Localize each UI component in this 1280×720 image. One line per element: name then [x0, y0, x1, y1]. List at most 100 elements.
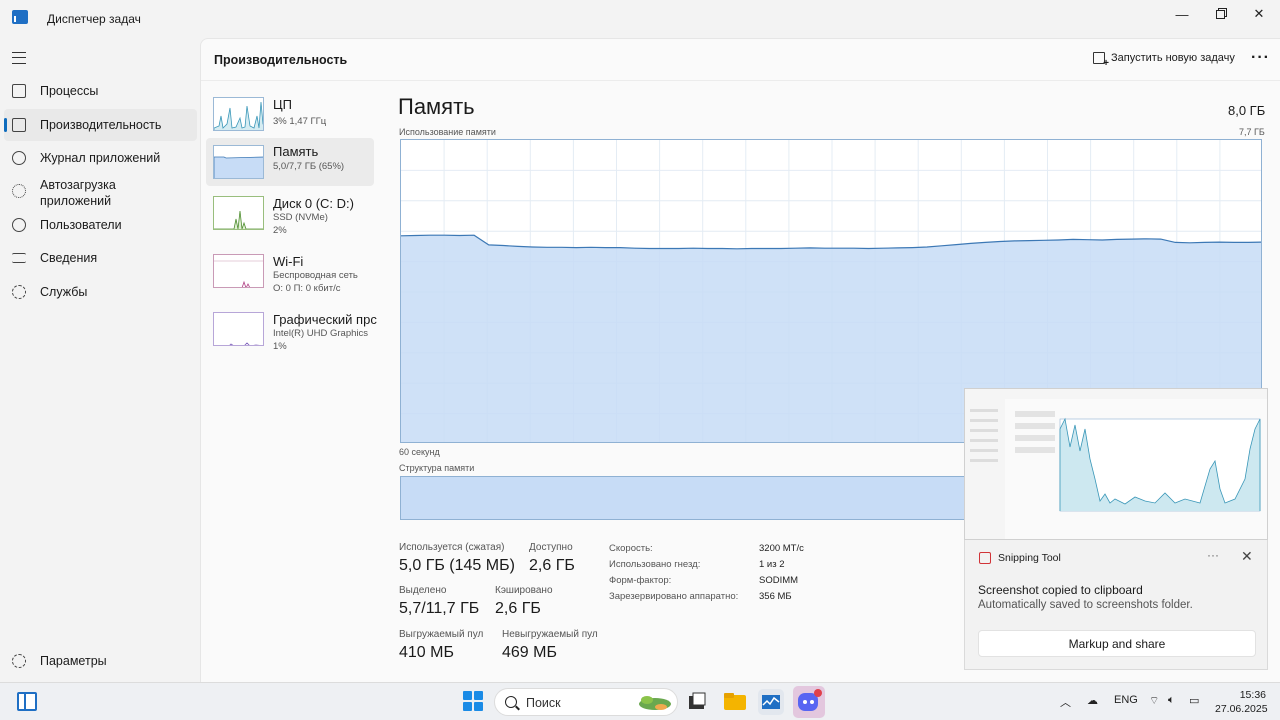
perf-item-wifi[interactable]: Wi-Fi Беспроводная сеть О: 0 П: 0 кбит/с [206, 250, 374, 298]
toast-title: Screenshot copied to clipboard [978, 583, 1143, 597]
file-explorer-icon[interactable] [722, 689, 748, 715]
users-icon [12, 218, 26, 232]
language-indicator[interactable]: ENG [1114, 694, 1138, 706]
spec-value: 356 МБ [759, 591, 792, 602]
memory-thumbnail-graph [213, 145, 264, 179]
perf-item-detail: SSD (NVMe) [273, 212, 328, 223]
minimize-button[interactable]: — [1163, 0, 1201, 28]
title-bar: Диспетчер задач — ✕ [0, 0, 1280, 38]
toast-app-name: Snipping Tool [998, 552, 1061, 564]
sidebar-item-label: Параметры [40, 654, 107, 668]
perf-item-name: Графический прс [273, 312, 377, 327]
sidebar-item-label: Процессы [40, 84, 99, 98]
perf-item-name: Wi-Fi [273, 254, 304, 269]
spec-value: 3200 МТ/с [759, 543, 804, 554]
available-label: Доступно [529, 542, 573, 553]
perf-item-memory[interactable]: Память 5,0/7,7 ГБ (65%) [206, 138, 374, 186]
hamburger-menu-icon[interactable] [12, 52, 26, 64]
run-new-task-button[interactable]: Запустить новую задачу [1093, 52, 1235, 69]
page-title: Производительность [214, 53, 348, 67]
nonpaged-pool-label: Невыгружаемый пул [502, 629, 598, 640]
screenshot-preview-thumbnail[interactable] [964, 388, 1268, 540]
snipping-tool-notification: Snipping Tool ··· ✕ Screenshot copied to… [964, 540, 1268, 670]
performance-icon [12, 118, 26, 132]
window-title: Диспетчер задач [47, 12, 141, 26]
paged-pool-value: 410 МБ [399, 644, 454, 661]
search-highlight-icon [639, 696, 671, 710]
terminal-app-icon[interactable] [684, 689, 710, 715]
perf-item-name: Память [273, 144, 319, 159]
cached-label: Кэшировано [495, 585, 553, 596]
committed-label: Выделено [399, 585, 447, 596]
toast-more-button[interactable]: ··· [1207, 548, 1219, 562]
sidebar-item-users[interactable]: Пользователи [4, 209, 197, 241]
sidebar-item-label: Автозагрузка приложений [40, 178, 116, 208]
sidebar-item-performance[interactable]: Производительность [4, 109, 197, 141]
perf-item-disk[interactable]: Диск 0 (C: D:) SSD (NVMe) 2% [206, 192, 374, 240]
services-icon [12, 285, 26, 299]
spec-value: SODIMM [759, 575, 799, 586]
onedrive-icon[interactable]: ☁ [1087, 694, 1098, 707]
processes-icon [12, 84, 26, 98]
gear-icon [12, 654, 26, 668]
start-button[interactable] [463, 691, 483, 711]
more-options-button[interactable]: ··· [1251, 49, 1270, 67]
maximize-button[interactable] [1201, 0, 1239, 28]
toast-close-button[interactable]: ✕ [1241, 548, 1253, 565]
details-icon [12, 253, 26, 263]
perf-item-name: Диск 0 (C: D:) [273, 196, 354, 211]
chevron-up-icon[interactable]: ︿ [1060, 694, 1071, 710]
perf-item-cpu[interactable]: ЦП 3% 1,47 ГГц [206, 93, 374, 141]
sidebar-item-label: Службы [40, 285, 88, 299]
in-use-value: 5,0 ГБ (145 МБ) [399, 557, 515, 574]
sidebar-item-label: Сведения [40, 251, 98, 265]
perf-item-detail: Беспроводная сеть [273, 270, 358, 281]
discord-icon[interactable] [793, 686, 825, 718]
gpu-thumbnail-graph [213, 312, 264, 346]
sidebar-item-services[interactable]: Службы [4, 276, 197, 308]
available-value: 2,6 ГБ [529, 557, 575, 574]
memory-title: Память [398, 94, 475, 119]
search-icon [505, 696, 517, 708]
volume-icon[interactable]: 🔈︎ [1168, 694, 1175, 707]
taskbar-search[interactable]: Поиск [494, 688, 678, 716]
app-history-icon [12, 151, 26, 165]
sidebar-item-processes[interactable]: Процессы [4, 75, 197, 107]
usage-max-label: 7,7 ГБ [1239, 127, 1265, 137]
panel-header: Производительность Запустить новую задач… [201, 39, 1280, 81]
cpu-thumbnail-graph [213, 97, 264, 131]
disk-thumbnail-graph [213, 196, 264, 230]
wifi-icon[interactable]: ⌔ [1149, 694, 1159, 708]
committed-value: 5,7/11,7 ГБ [399, 600, 480, 617]
sidebar-item-app-history[interactable]: Журнал приложений [4, 142, 197, 174]
battery-icon[interactable]: ▭ [1189, 694, 1199, 707]
in-use-label: Используется (сжатая) [399, 542, 505, 553]
spec-label: Зарезервировано аппаратно: [609, 591, 739, 602]
run-new-task-label: Запустить новую задачу [1111, 52, 1235, 64]
perf-item-name: ЦП [273, 97, 292, 112]
sidebar-item-details[interactable]: Сведения [4, 242, 197, 274]
sidebar-item-startup[interactable]: Автозагрузка приложений [4, 176, 197, 210]
startup-icon [12, 184, 26, 198]
time-span-label: 60 секунд [399, 447, 440, 457]
task-manager-icon [12, 10, 28, 24]
spec-label: Форм-фактор: [609, 575, 672, 586]
widgets-icon[interactable] [17, 692, 37, 711]
spec-value: 1 из 2 [759, 559, 785, 570]
perf-item-detail: 3% 1,47 ГГц [273, 116, 327, 127]
taskbar: Поиск ︿ ☁ ENG ⌔ 🔈︎ ▭ 15:36 27.06.2025 [0, 682, 1280, 720]
markup-and-share-button[interactable]: Markup and share [978, 630, 1256, 657]
perf-item-gpu[interactable]: Графический прс Intel(R) UHD Graphics 1% [206, 308, 377, 356]
close-button[interactable]: ✕ [1240, 0, 1278, 28]
perf-item-detail: 5,0/7,7 ГБ (65%) [273, 161, 345, 172]
sidebar-item-settings[interactable]: Параметры [4, 645, 197, 677]
task-manager-taskbar-icon[interactable] [758, 689, 784, 715]
wifi-thumbnail-graph [213, 254, 264, 288]
sidebar-item-label: Журнал приложений [40, 151, 161, 165]
search-placeholder: Поиск [526, 696, 561, 710]
spec-label: Скорость: [609, 543, 653, 554]
memory-total: 8,0 ГБ [1228, 103, 1266, 118]
clock[interactable]: 15:36 27.06.2025 [1215, 688, 1268, 716]
structure-label: Структура памяти [399, 463, 475, 473]
paged-pool-label: Выгружаемый пул [399, 629, 484, 640]
